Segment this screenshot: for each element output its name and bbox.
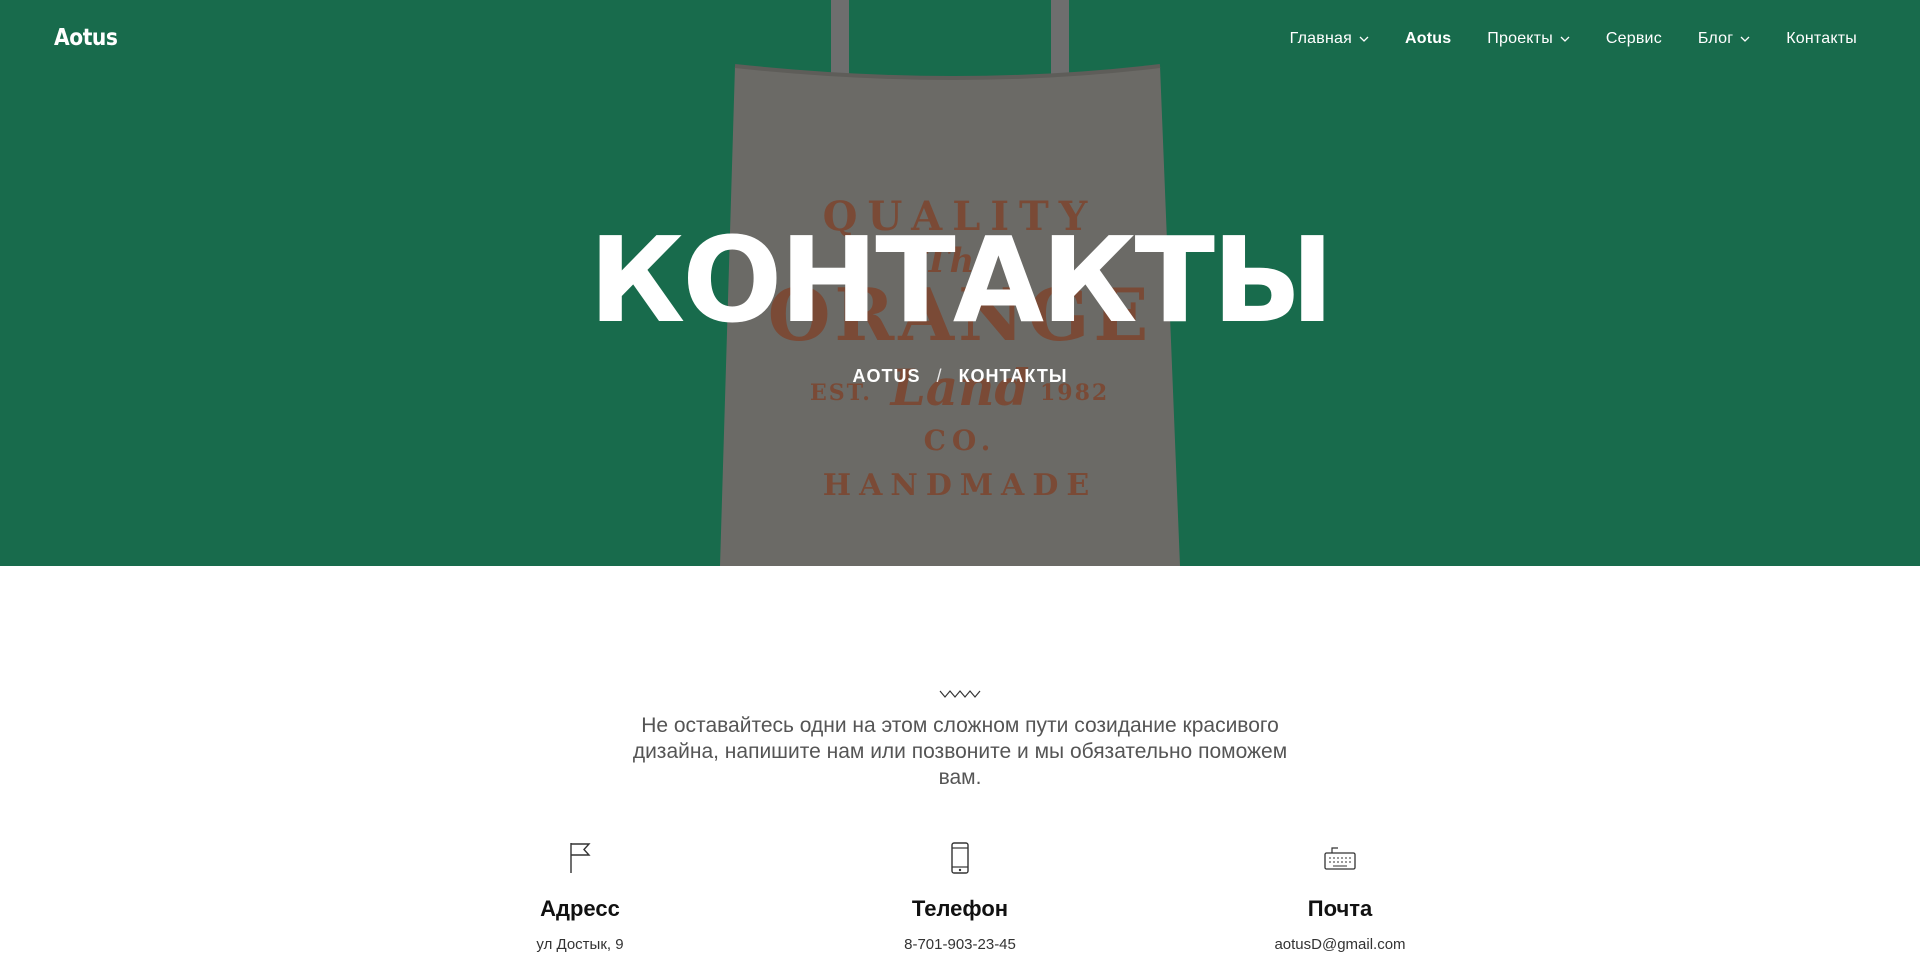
- contact-address: Адресс ул Достык, 9: [430, 838, 730, 953]
- nav-item-label: Главная: [1289, 30, 1352, 47]
- breadcrumb-home-link[interactable]: AOTUS: [853, 366, 921, 386]
- flag-icon: [570, 843, 591, 873]
- site-logo[interactable]: Aotus: [54, 25, 118, 51]
- nav-item-blog[interactable]: Блог: [1698, 30, 1750, 48]
- nav-item-contacts[interactable]: Контакты: [1786, 30, 1857, 48]
- main-nav: Главная Aotus Проекты Сервис Блог Контак…: [1254, 30, 1857, 48]
- nav-item-label: Проекты: [1487, 30, 1553, 47]
- top-navigation-bar: Aotus Главная Aotus Проекты Сервис Блог …: [0, 0, 1920, 86]
- contact-phone-title: Телефон: [911, 896, 1009, 921]
- nav-item-label: Aotus: [1404, 30, 1452, 47]
- zigzag-divider-icon: [939, 690, 981, 698]
- breadcrumb-separator: /: [936, 366, 943, 386]
- breadcrumb: AOTUS / КОНТАКТЫ: [0, 366, 1920, 387]
- contact-phone-value[interactable]: 8-701-903-23-45: [810, 936, 1110, 953]
- contact-email: Почта aotusD@gmail.com: [1190, 838, 1490, 953]
- nav-item-aotus[interactable]: Aotus: [1405, 30, 1451, 48]
- hero-banner: QUALITY The ORANGE EST. 1982 Land CO. HA…: [0, 0, 1920, 566]
- intro-text: Не оставайтесь одни на этом сложном пути…: [632, 714, 1288, 789]
- chevron-down-icon: [1359, 36, 1369, 42]
- contact-phone: Телефон 8-701-903-23-45: [810, 838, 1110, 953]
- contact-address-title: Адресс: [540, 896, 620, 921]
- contact-address-value: ул Достык, 9: [536, 936, 624, 953]
- page-title: КОНТАКТЫ: [588, 211, 1335, 349]
- nav-item-label: Блог: [1697, 30, 1734, 47]
- nav-item-label: Контакты: [1786, 30, 1857, 47]
- nav-item-projects[interactable]: Проекты: [1487, 30, 1570, 48]
- chevron-down-icon: [1740, 36, 1750, 42]
- phone-icon: [951, 842, 969, 874]
- chevron-down-icon: [1560, 36, 1570, 42]
- svg-text:HANDMADE: HANDMADE: [823, 468, 1097, 503]
- breadcrumb-current: КОНТАКТЫ: [958, 366, 1068, 386]
- nav-item-service[interactable]: Сервис: [1606, 30, 1662, 48]
- nav-item-label: Сервис: [1605, 30, 1662, 47]
- nav-item-home[interactable]: Главная: [1290, 30, 1369, 48]
- keyboard-icon: [1324, 847, 1356, 870]
- contact-email-title: Почта: [1307, 896, 1373, 921]
- svg-text:CO.: CO.: [924, 424, 997, 457]
- contact-email-value[interactable]: aotusD@gmail.com: [1190, 936, 1490, 953]
